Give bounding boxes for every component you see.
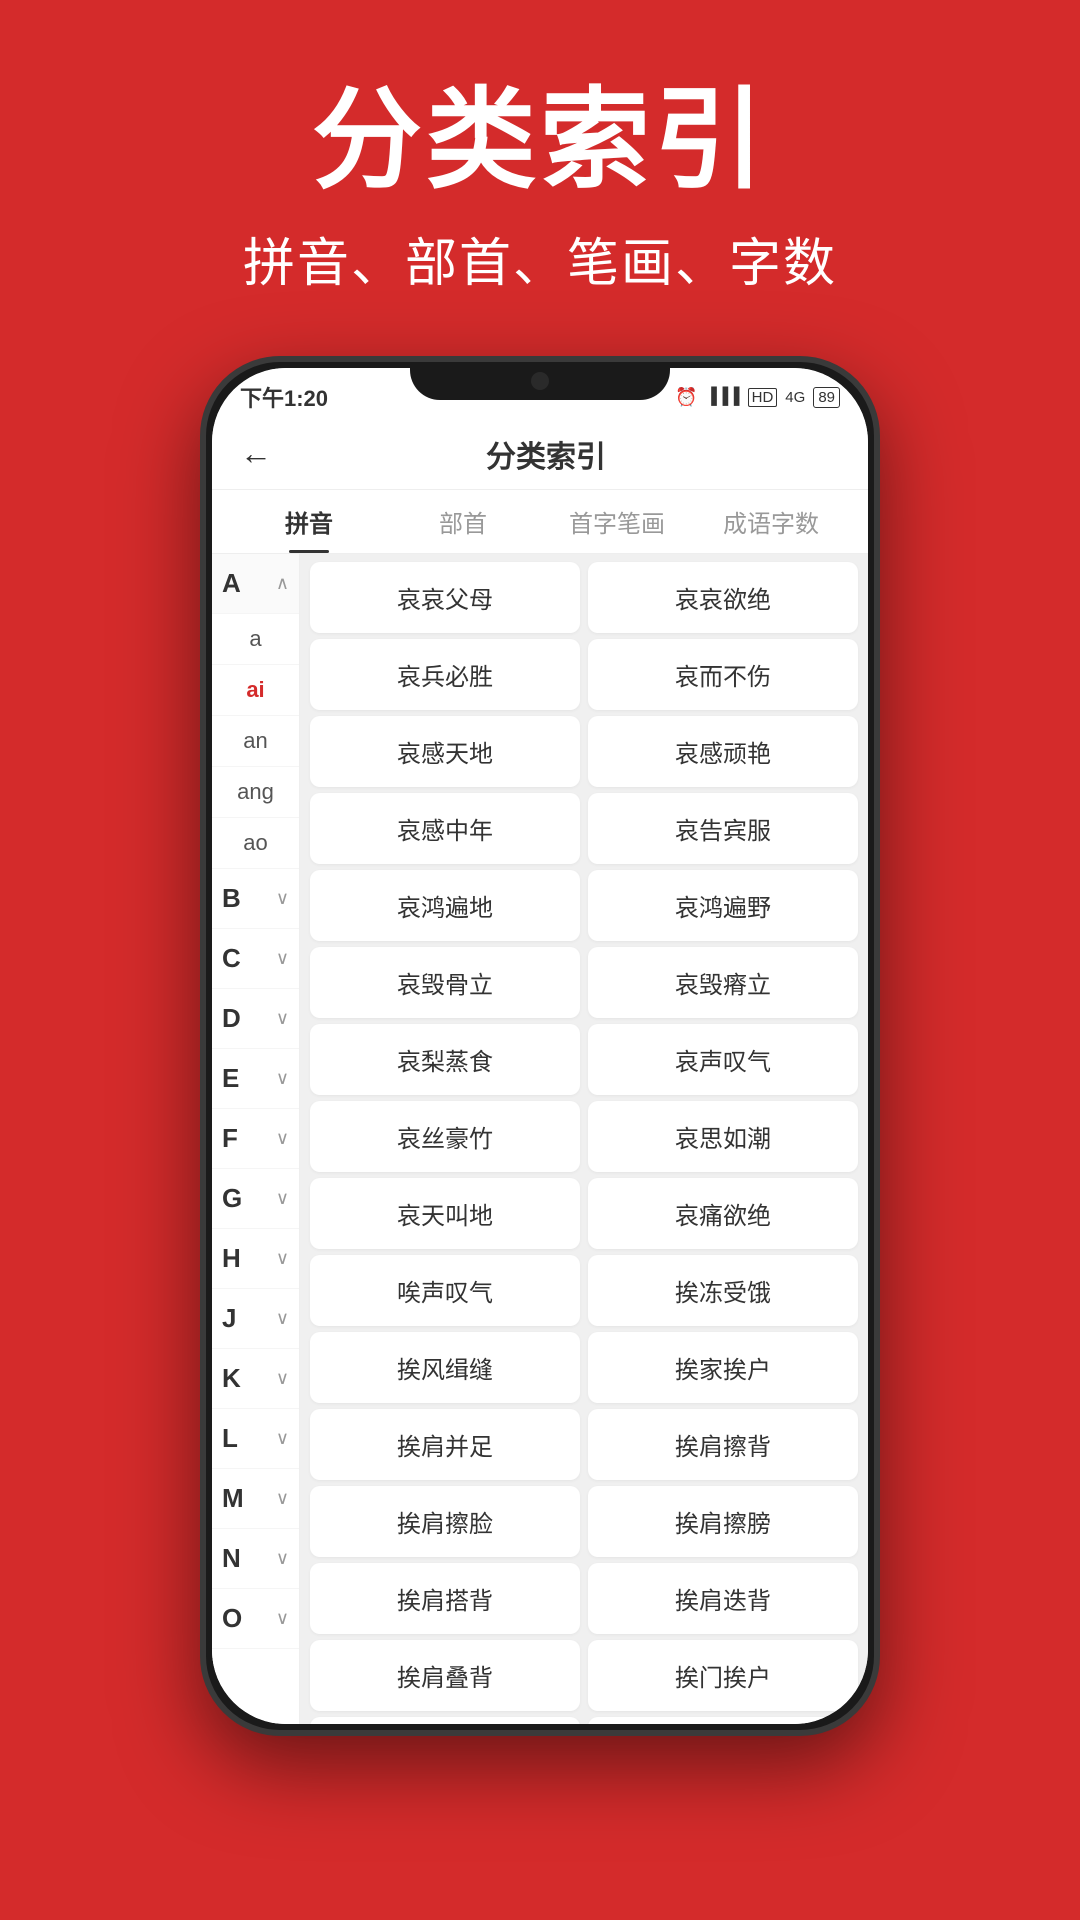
hd-badge: HD [748, 388, 778, 407]
list-item[interactable]: 挨肩搭背 [310, 1563, 580, 1634]
index-letter-f[interactable]: F ∨ [212, 1109, 299, 1169]
list-item[interactable]: 挨肩并足 [310, 1409, 580, 1480]
index-sub-a[interactable]: a [212, 614, 299, 665]
list-item[interactable]: 哀而不伤 [588, 639, 858, 710]
list-item[interactable]: 挨冻受饿 [588, 1255, 858, 1326]
tab-zishu[interactable]: 成语字数 [694, 490, 848, 553]
list-item[interactable]: 挨肩叠背 [310, 1640, 580, 1711]
idiom-row: 哀感天地哀感顽艳 [310, 716, 858, 787]
index-letter-k[interactable]: K ∨ [212, 1349, 299, 1409]
banner-title: 分类索引 [312, 80, 768, 201]
idiom-row: 挨肩搭背挨肩迭背 [310, 1563, 858, 1634]
idiom-list: 哀哀父母哀哀欲绝哀兵必胜哀而不伤哀感天地哀感顽艳哀感中年哀告宾服哀鸿遍地哀鸿遍野… [300, 554, 868, 1724]
index-letter-l[interactable]: L ∨ [212, 1409, 299, 1469]
screen: 下午1:20 ⏰ ▐▐▐ HD 4G 89 ← 分类索引 拼音 部首 首字笔画 [212, 368, 868, 1724]
index-letter-j[interactable]: J ∨ [212, 1289, 299, 1349]
list-item[interactable]: 哀毁瘠立 [588, 947, 858, 1018]
index-sub-ang[interactable]: ang [212, 767, 299, 818]
tab-bushou[interactable]: 部首 [386, 490, 540, 553]
index-letter-c[interactable]: C ∨ [212, 929, 299, 989]
content-area: A ∧ a ai an ang ao B ∨ C ∨ [212, 554, 868, 1724]
index-sidebar: A ∧ a ai an ang ao B ∨ C ∨ [212, 554, 300, 1724]
list-item[interactable]: 哀鸿遍地 [310, 870, 580, 941]
list-item[interactable]: 挨门逐户 [310, 1717, 580, 1724]
list-item[interactable]: 哀思如潮 [588, 1101, 858, 1172]
index-sub-ai[interactable]: ai [212, 665, 299, 716]
list-item[interactable]: 哀梨蒸食 [310, 1024, 580, 1095]
index-letter-o[interactable]: O ∨ [212, 1589, 299, 1649]
list-item[interactable]: 哀感中年 [310, 793, 580, 864]
back-button[interactable]: ← [240, 435, 272, 472]
list-item[interactable]: 哀痛欲绝 [588, 1178, 858, 1249]
index-sub-an[interactable]: an [212, 716, 299, 767]
list-item[interactable]: 哀哀父母 [310, 562, 580, 633]
tab-bihua[interactable]: 首字笔画 [540, 490, 694, 553]
network-icon: 4G [785, 389, 805, 406]
idiom-row: 哀感中年哀告宾服 [310, 793, 858, 864]
list-item[interactable]: 哀天叫地 [310, 1178, 580, 1249]
idiom-row: 哀哀父母哀哀欲绝 [310, 562, 858, 633]
index-letter-a[interactable]: A ∧ [212, 554, 299, 614]
alarm-icon: ⏰ [675, 387, 697, 408]
index-letter-b[interactable]: B ∨ [212, 869, 299, 929]
idiom-row: 哀兵必胜哀而不伤 [310, 639, 858, 710]
idiom-row: 挨风缉缝挨家挨户 [310, 1332, 858, 1403]
camera-notch [531, 372, 549, 390]
idiom-row: 哀天叫地哀痛欲绝 [310, 1178, 858, 1249]
list-item[interactable]: 哀感天地 [310, 716, 580, 787]
list-item[interactable]: 挨肩擦脸 [310, 1486, 580, 1557]
list-item[interactable]: 哀毁骨立 [310, 947, 580, 1018]
phone-shell: 下午1:20 ⏰ ▐▐▐ HD 4G 89 ← 分类索引 拼音 部首 首字笔画 [200, 356, 880, 1736]
list-item[interactable]: 哀感顽艳 [588, 716, 858, 787]
list-item[interactable]: 挨风缉缝 [310, 1332, 580, 1403]
list-item[interactable]: 哀兵必胜 [310, 639, 580, 710]
index-letter-h[interactable]: H ∨ [212, 1229, 299, 1289]
list-item[interactable]: 哀哀欲绝 [588, 562, 858, 633]
list-item[interactable]: 哀告宾服 [588, 793, 858, 864]
page-title: 分类索引 [292, 432, 800, 476]
battery-icon: 89 [813, 387, 840, 408]
list-item[interactable]: 挨肩擦背 [588, 1409, 858, 1480]
index-letter-n[interactable]: N ∨ [212, 1529, 299, 1589]
idiom-row: 挨门逐户 挨三顶五 [310, 1717, 858, 1724]
list-item[interactable]: 挨门挨户 [588, 1640, 858, 1711]
idiom-row: 唉声叹气挨冻受饿 [310, 1255, 858, 1326]
index-letter-d[interactable]: D ∨ [212, 989, 299, 1049]
idiom-row: 哀毁骨立哀毁瘠立 [310, 947, 858, 1018]
index-group-a: A ∧ a ai an ang ao [212, 554, 299, 869]
idiom-row: 哀丝豪竹哀思如潮 [310, 1101, 858, 1172]
list-item[interactable]: 唉声叹气 [310, 1255, 580, 1326]
phone-notch [410, 362, 670, 400]
list-item[interactable]: 挨三顶五 [588, 1717, 858, 1724]
list-item[interactable]: 挨肩擦膀 [588, 1486, 858, 1557]
tab-pinyin[interactable]: 拼音 [232, 490, 386, 553]
list-item[interactable]: 哀声叹气 [588, 1024, 858, 1095]
idiom-row: 哀梨蒸食哀声叹气 [310, 1024, 858, 1095]
index-letter-g[interactable]: G ∨ [212, 1169, 299, 1229]
index-letter-m[interactable]: M ∨ [212, 1469, 299, 1529]
banner: 分类索引 拼音、部首、笔画、字数 [0, 0, 1080, 356]
signal-icon: ▐▐▐ [706, 388, 740, 406]
list-item[interactable]: 哀鸿遍野 [588, 870, 858, 941]
banner-subtitle: 拼音、部首、笔画、字数 [243, 221, 837, 296]
status-icons: ⏰ ▐▐▐ HD 4G 89 [675, 387, 840, 408]
list-item[interactable]: 哀丝豪竹 [310, 1101, 580, 1172]
idiom-row: 哀鸿遍地哀鸿遍野 [310, 870, 858, 941]
idiom-row: 挨肩擦脸挨肩擦膀 [310, 1486, 858, 1557]
status-time: 下午1:20 [240, 381, 328, 413]
index-letter-e[interactable]: E ∨ [212, 1049, 299, 1109]
app-header: ← 分类索引 [212, 418, 868, 490]
idiom-row: 挨肩并足挨肩擦背 [310, 1409, 858, 1480]
tabs-bar: 拼音 部首 首字笔画 成语字数 [212, 490, 868, 554]
index-sub-ao[interactable]: ao [212, 818, 299, 869]
list-item[interactable]: 挨家挨户 [588, 1332, 858, 1403]
idiom-row: 挨肩叠背挨门挨户 [310, 1640, 858, 1711]
list-item[interactable]: 挨肩迭背 [588, 1563, 858, 1634]
